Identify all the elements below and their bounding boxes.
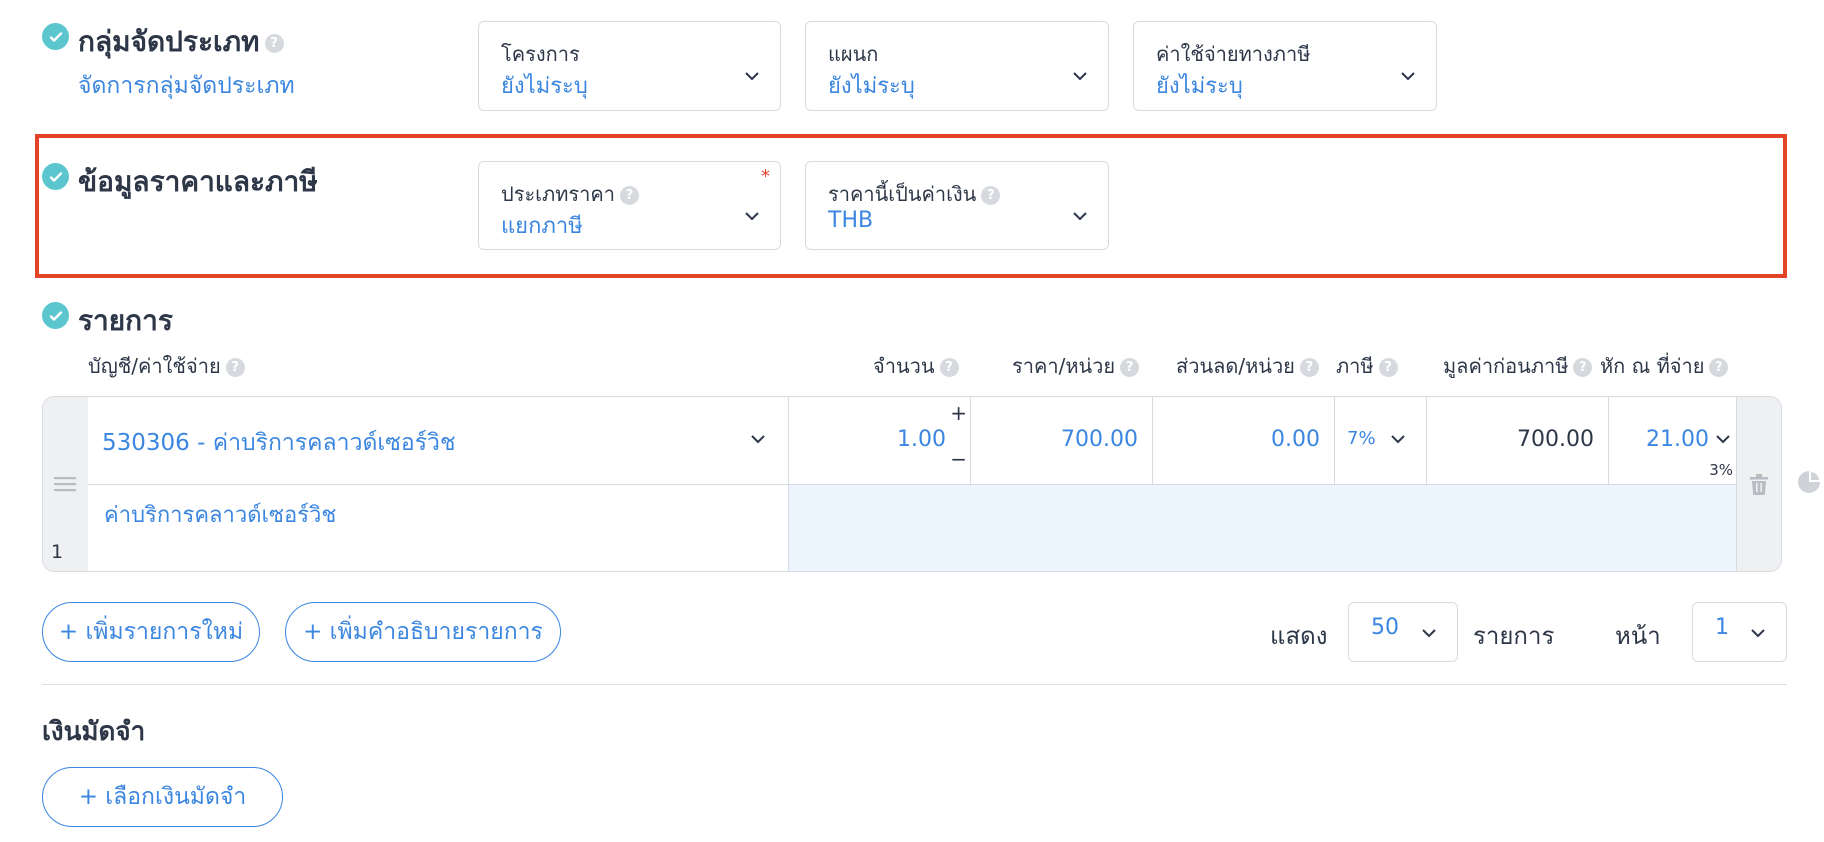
account-value: 530306 - ค่าบริการคลาวด์เซอร์วิช: [102, 430, 456, 456]
section-divider: [42, 684, 1787, 685]
column-header-account: บัญชี/ค่าใช้จ่าย?: [88, 350, 245, 382]
wht-rate: 3%: [1709, 461, 1733, 479]
trash-icon[interactable]: [1749, 474, 1769, 496]
column-header-wht: หัก ณ ที่จ่าย?: [1600, 350, 1729, 382]
department-label: แผนก: [828, 42, 879, 66]
help-icon[interactable]: ?: [1573, 358, 1593, 377]
price-value: 700.00: [1061, 427, 1138, 452]
add-description-button[interactable]: + เพิ่มคำอธิบายรายการ: [285, 602, 561, 662]
description-value: ค่าบริการคลาวด์เซอร์วิช: [104, 503, 337, 528]
qty-input[interactable]: 1.00 + −: [789, 397, 971, 485]
column-header-vat: ภาษี?: [1336, 350, 1398, 382]
discount-value: 0.00: [1271, 427, 1320, 452]
department-dropdown[interactable]: แผนก ยังไม่ระบุ: [805, 21, 1109, 111]
column-header-price: ราคา/หน่วย?: [1012, 350, 1140, 382]
project-value: ยังไม่ระบุ: [501, 74, 588, 99]
column-header-discount: ส่วนลด/หน่วย?: [1176, 350, 1319, 382]
tax-expense-label: ค่าใช้จ่ายทางภาษี: [1156, 42, 1311, 66]
project-label: โครงการ: [501, 42, 580, 66]
department-value: ยังไม่ระบุ: [828, 74, 915, 99]
decrement-icon[interactable]: −: [950, 447, 967, 471]
classification-title: กลุ่มจัดประเภท?: [78, 20, 284, 64]
help-icon[interactable]: ?: [619, 186, 639, 205]
project-dropdown[interactable]: โครงการ ยังไม่ระบุ: [478, 21, 781, 111]
pricing-title: ข้อมูลราคาและภาษี: [78, 165, 318, 198]
pie-chart-icon[interactable]: [1796, 469, 1822, 495]
items-title: รายการ: [78, 304, 173, 337]
tax-expense-value: ยังไม่ระบุ: [1156, 74, 1243, 99]
chevron-down-icon: [1716, 435, 1730, 444]
column-header-pretax: มูลค่าก่อนภาษี?: [1443, 350, 1593, 382]
help-icon[interactable]: ?: [1120, 358, 1140, 377]
help-icon[interactable]: ?: [264, 33, 284, 53]
help-icon[interactable]: ?: [981, 186, 1001, 205]
per-page-value: 50: [1371, 615, 1399, 640]
row-index: 1: [51, 541, 64, 563]
discount-input[interactable]: 0.00: [1153, 397, 1335, 485]
drag-handle-icon: [54, 477, 76, 492]
help-icon[interactable]: ?: [225, 358, 245, 377]
price-type-dropdown[interactable]: * ประเภทราคา? แยกภาษี: [478, 161, 781, 250]
price-input[interactable]: 700.00: [971, 397, 1153, 485]
chevron-down-icon: [1391, 435, 1405, 444]
row-drag-handle[interactable]: 1: [43, 397, 89, 571]
vat-value: 7%: [1347, 428, 1376, 449]
add-item-button[interactable]: + เพิ่มรายการใหม่: [42, 602, 260, 662]
page-label: หน้า: [1615, 622, 1661, 650]
required-mark: *: [761, 166, 770, 187]
currency-label: ราคานี้เป็นค่าเงิน?: [828, 178, 1001, 210]
wht-value: 21.00: [1646, 427, 1709, 452]
per-page-select[interactable]: 50: [1348, 602, 1458, 662]
tax-expense-dropdown[interactable]: ค่าใช้จ่ายทางภาษี ยังไม่ระบุ: [1133, 21, 1437, 111]
row-actions: [1736, 397, 1781, 571]
pretax-cell: 700.00: [1427, 397, 1609, 485]
chevron-down-icon: [1751, 629, 1765, 638]
chevron-down-icon: [1073, 212, 1087, 221]
chevron-down-icon: [1422, 629, 1436, 638]
help-icon[interactable]: ?: [1299, 358, 1319, 377]
vat-select[interactable]: 7%: [1335, 397, 1427, 485]
pretax-value: 700.00: [1517, 427, 1594, 452]
description-input[interactable]: ค่าบริการคลาวด์เซอร์วิช: [88, 485, 789, 571]
page-select[interactable]: 1: [1692, 602, 1787, 662]
help-icon[interactable]: ?: [1378, 358, 1398, 377]
increment-icon[interactable]: +: [950, 401, 967, 425]
deposit-title: เงินมัดจำ: [42, 717, 146, 747]
items-table: 1 530306 - ค่าบริการคลาวด์เซอร์วิช 1.00 …: [42, 396, 1782, 572]
items-label: รายการ: [1473, 622, 1555, 650]
price-type-value: แยกภาษี: [501, 214, 583, 239]
help-icon[interactable]: ?: [1709, 358, 1729, 377]
chevron-down-icon: [1073, 72, 1087, 81]
classification-check-icon: [42, 23, 69, 50]
chevron-down-icon: [751, 435, 765, 444]
qty-value: 1.00: [897, 427, 946, 452]
price-type-label: ประเภทราคา?: [501, 178, 639, 210]
show-label: แสดง: [1270, 622, 1328, 650]
select-deposit-button[interactable]: + เลือกเงินมัดจำ: [42, 767, 283, 827]
chevron-down-icon: [745, 212, 759, 221]
account-select[interactable]: 530306 - ค่าบริการคลาวด์เซอร์วิช: [88, 397, 789, 485]
manage-classification-link[interactable]: จัดการกลุ่มจัดประเภท: [78, 68, 295, 104]
currency-value: THB: [828, 208, 874, 233]
chevron-down-icon: [745, 72, 759, 81]
chevron-down-icon: [1401, 72, 1415, 81]
currency-dropdown[interactable]: ราคานี้เป็นค่าเงิน? THB: [805, 161, 1109, 250]
pricing-check-icon: [42, 163, 69, 190]
column-header-qty: จำนวน?: [873, 350, 959, 382]
wht-select[interactable]: 21.00 3%: [1609, 397, 1739, 485]
items-check-icon: [42, 302, 69, 329]
help-icon[interactable]: ?: [939, 358, 959, 377]
page-value: 1: [1715, 615, 1729, 640]
description-extension-area: [789, 485, 1739, 571]
